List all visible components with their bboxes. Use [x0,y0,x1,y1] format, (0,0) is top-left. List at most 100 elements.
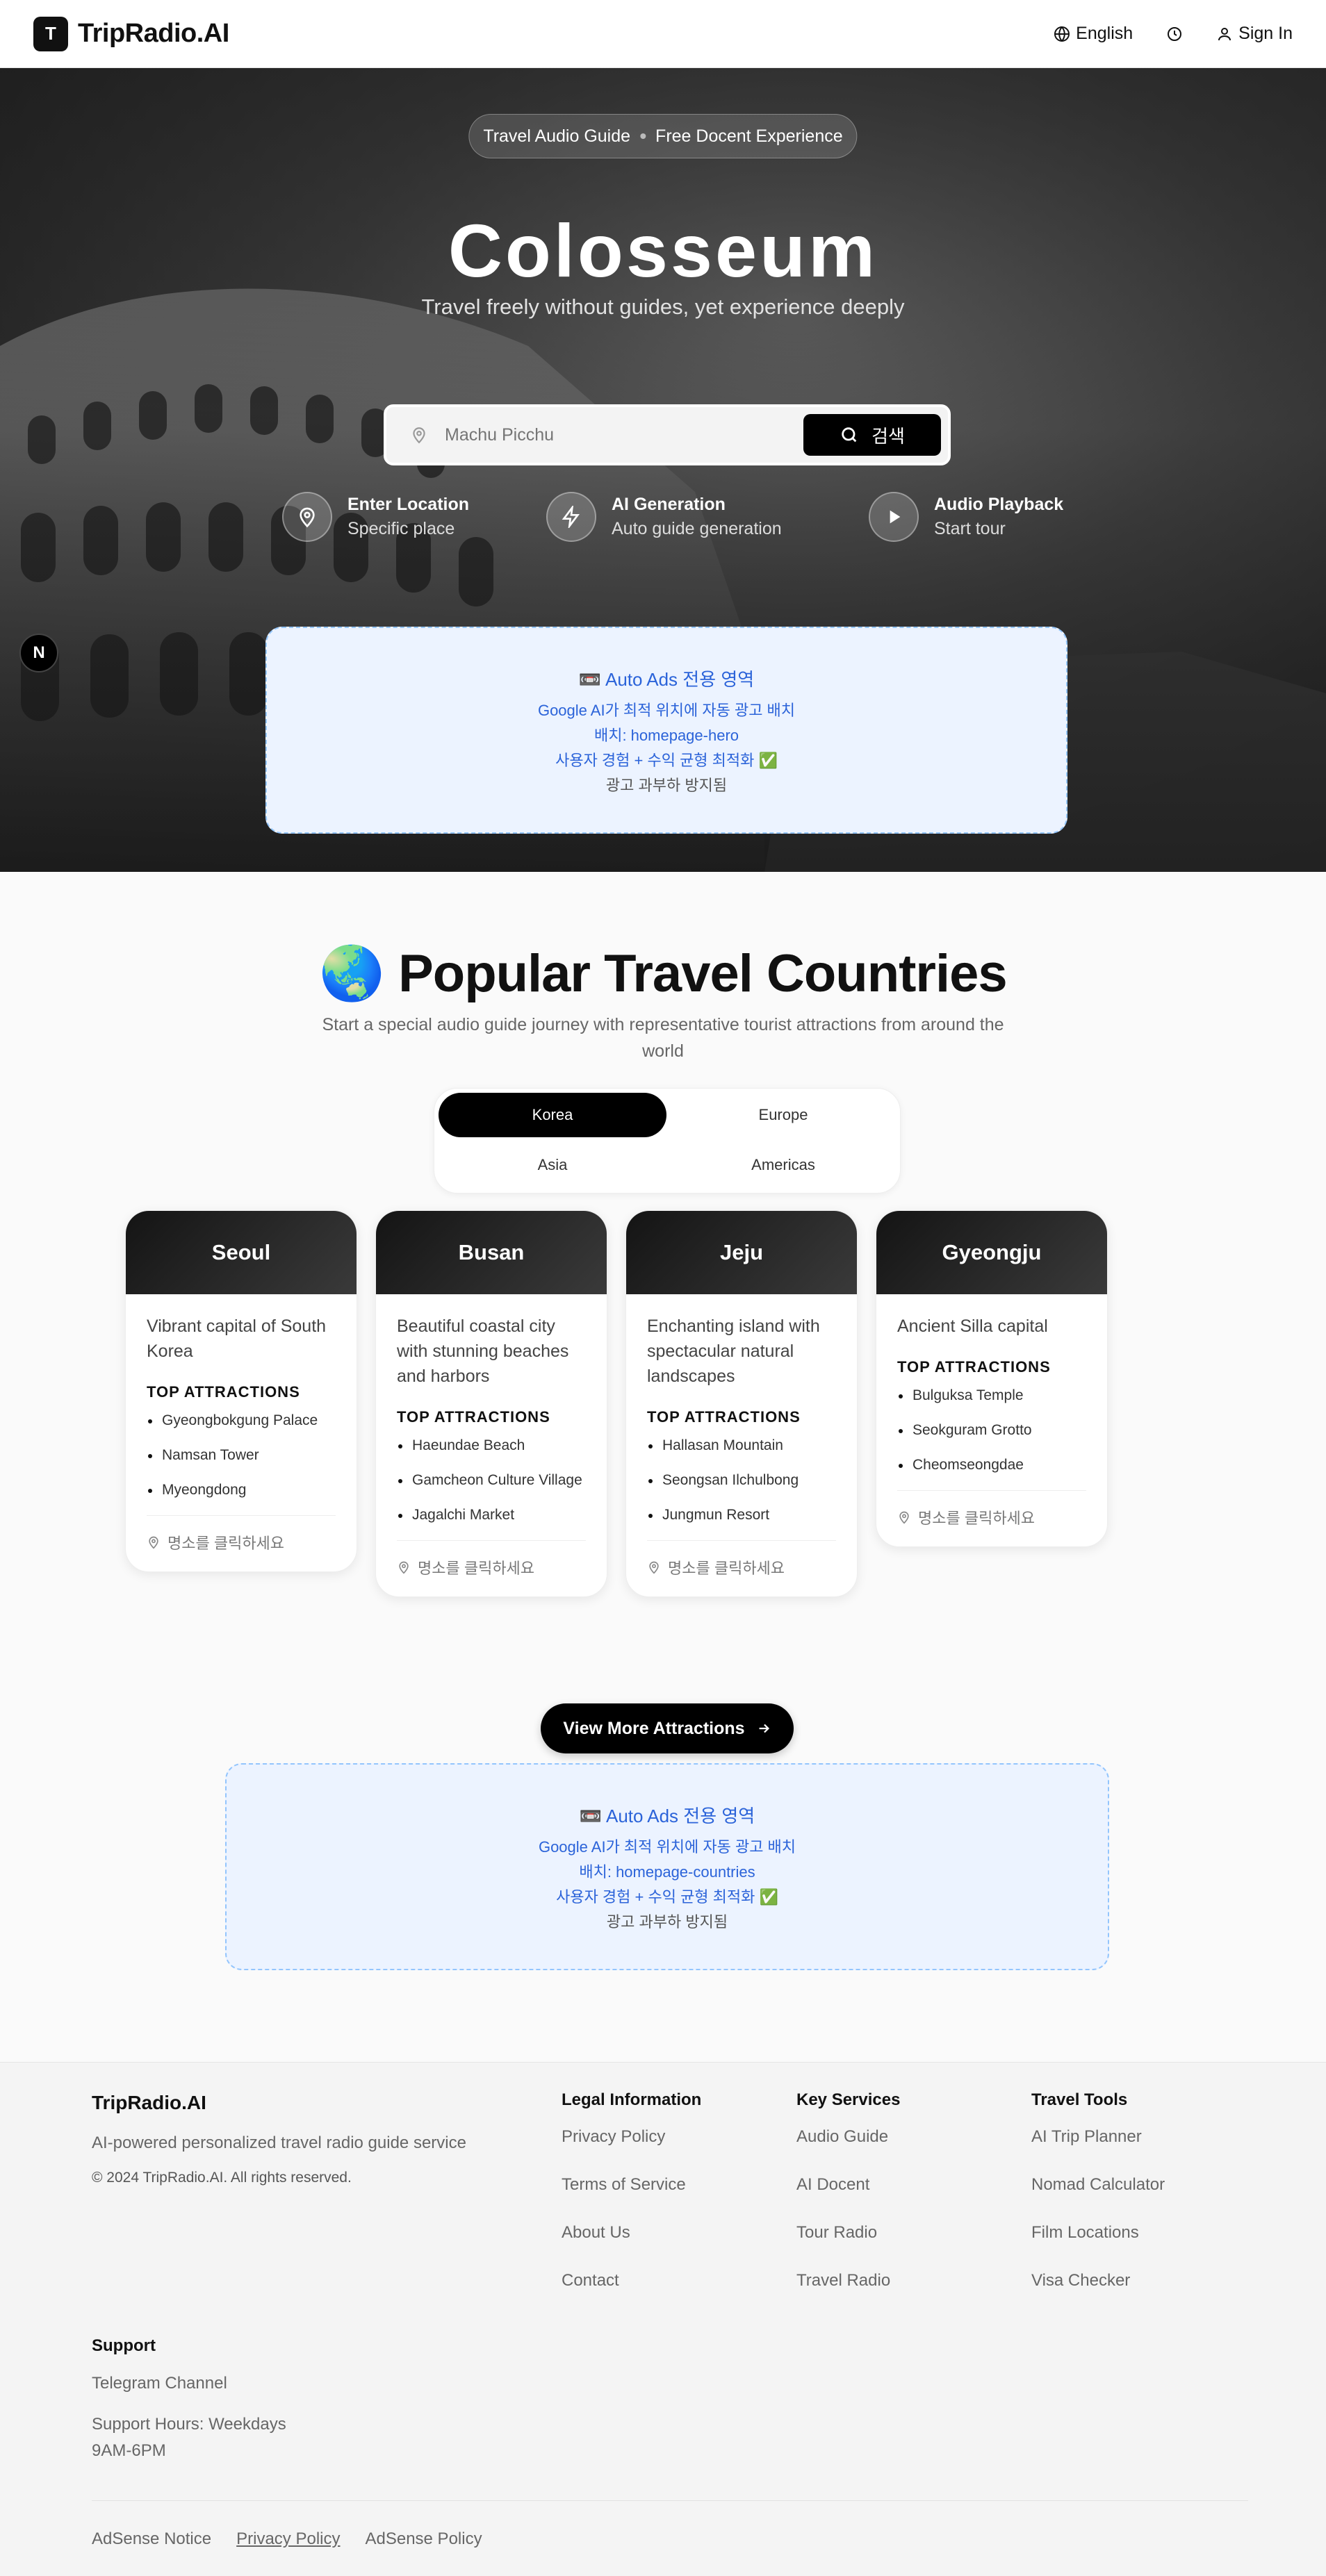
search-bar: 검색 [384,404,951,465]
footer-link[interactable]: Tour Radio [796,2222,900,2243]
city-card-seoul[interactable]: Seoul Vibrant capital of South Korea TOP… [125,1210,357,1572]
city-card-jeju[interactable]: Jeju Enchanting island with spectacular … [625,1210,858,1597]
footer-heading: Support [92,2336,156,2355]
footer-heading: Legal Information [562,2090,702,2109]
footer-link[interactable]: Contact [562,2270,701,2290]
step-title: Enter Location [347,495,470,514]
ad-line: 사용자 경험 + 수익 균형 최적화 ✅ [556,1888,778,1906]
framework-badge[interactable]: N [19,634,58,672]
click-hint: 명소를 클릭하세요 [897,1490,1086,1528]
attraction-item[interactable]: Haeundae Beach [397,1436,586,1455]
footer-link[interactable]: Terms of Service [562,2174,701,2195]
tab-korea[interactable]: Korea [439,1093,666,1137]
region-tabs: Korea Europe Asia Americas [434,1088,901,1194]
attraction-item[interactable]: Seongsan Ilchulbong [647,1471,836,1490]
search-input[interactable] [445,424,803,445]
step-audio-playback: Audio Playback Start tour [869,492,1063,542]
attraction-item[interactable]: Cheomseongdae [897,1455,1086,1475]
adsense-policy-link[interactable]: AdSense Policy [365,2529,482,2549]
footer-link[interactable]: Film Locations [1031,2222,1165,2243]
footer-link[interactable]: Visa Checker [1031,2270,1165,2290]
ad-line: 배치: homepage-countries [579,1863,755,1881]
top-header: T TripRadio.AI English Sign In [0,0,1326,68]
user-icon [1218,27,1231,40]
step-desc: Auto guide generation [612,519,782,538]
attraction-item[interactable]: Hallasan Mountain [647,1436,836,1455]
adsense-notice-link[interactable]: AdSense Notice [92,2529,211,2549]
search-button[interactable]: 검색 [803,414,941,456]
attraction-item[interactable]: Gyeongbokgung Palace [147,1411,336,1430]
attraction-item[interactable]: Bulguksa Temple [897,1386,1086,1405]
ad-placeholder-hero: 📼 Auto Ads 전용 영역 Google AI가 최적 위치에 자동 광고… [265,627,1067,834]
ad-line: 광고 과부하 방지됨 [605,777,728,794]
signin-button[interactable]: Sign In [1216,24,1293,44]
telegram-link[interactable]: Telegram Channel [92,2374,314,2393]
footer-link[interactable]: AI Docent [796,2174,900,2195]
hero-subtitle: Travel freely without guides, yet experi… [421,295,905,319]
section-title: 🌏 Popular Travel Countries [319,944,1007,1003]
clock-icon [1168,26,1182,41]
footer-link[interactable]: About Us [562,2222,701,2243]
attractions-label: TOP ATTRACTIONS [397,1408,550,1426]
attraction-item[interactable]: Namsan Tower [147,1446,336,1465]
ad-line: 배치: homepage-hero [594,727,739,744]
tab-asia[interactable]: Asia [439,1143,666,1187]
footer-link[interactable]: Privacy Policy [562,2127,701,2147]
map-pin-icon [149,1536,158,1549]
attraction-item[interactable]: Seokguram Grotto [897,1421,1086,1440]
footer-link[interactable]: Audio Guide [796,2127,900,2147]
city-name: Seoul [126,1211,357,1294]
footer-heading: Key Services [796,2090,901,2109]
footer-link[interactable]: Nomad Calculator [1031,2174,1165,2195]
footer-link[interactable]: AI Trip Planner [1031,2127,1165,2147]
attraction-item[interactable]: Gamcheon Culture Village [397,1471,586,1490]
click-hint: 명소를 클릭하세요 [147,1515,336,1553]
footer-heading: Travel Tools [1031,2090,1128,2109]
attractions-list: Bulguksa Temple Seokguram Grotto Cheomse… [897,1386,1086,1475]
click-hint-text: 명소를 클릭하세요 [918,1510,1036,1527]
click-hint-text: 명소를 클릭하세요 [167,1535,285,1552]
search-icon [842,427,857,443]
city-description: Vibrant capital of South Korea [147,1316,327,1361]
logo-mark: T [33,16,68,51]
badge-text-left: Travel Audio Guide [483,126,631,146]
city-card-gyeongju[interactable]: Gyeongju Ancient Silla capital TOP ATTRA… [876,1210,1108,1547]
language-selector[interactable]: English [1054,24,1133,44]
attraction-item[interactable]: Jungmun Resort [647,1505,836,1525]
click-hint-text: 명소를 클릭하세요 [668,1560,785,1577]
step-enter-location: Enter Location Specific place [282,492,469,542]
attractions-list: Gyeongbokgung Palace Namsan Tower Myeong… [147,1411,336,1500]
support-hours: Support Hours: Weekdays 9AM-6PM [92,2415,286,2460]
city-name: Busan [376,1211,607,1294]
city-name: Jeju [626,1211,857,1294]
view-more-button[interactable]: View More Attractions [541,1703,794,1753]
ad-line: Google AI가 최적 위치에 자동 광고 배치 [537,702,796,719]
globe-icon [1054,26,1070,42]
footer-link[interactable]: Travel Radio [796,2270,900,2290]
logo[interactable]: T TripRadio.AI [33,16,229,51]
attraction-item[interactable]: Jagalchi Market [397,1505,586,1525]
ad-line: 사용자 경험 + 수익 균형 최적화 ✅ [555,752,778,769]
ad-title: 📼 Auto Ads 전용 영역 [578,669,755,690]
tab-americas[interactable]: Americas [669,1143,897,1187]
privacy-policy-link[interactable]: Privacy Policy [236,2529,340,2549]
city-card-busan[interactable]: Busan Beautiful coastal city with stunni… [375,1210,607,1597]
tab-europe[interactable]: Europe [669,1093,897,1137]
footer-bottom-links: AdSense Notice Privacy Policy AdSense Po… [92,2529,482,2549]
history-button[interactable] [1166,26,1183,42]
footer-brand: TripRadio.AI [92,2092,206,2113]
hero-badge: Travel Audio Guide Free Docent Experienc… [468,114,858,158]
city-description: Ancient Silla capital [897,1316,1048,1336]
attraction-item[interactable]: Myeongdong [147,1480,336,1500]
click-hint-text: 명소를 클릭하세요 [418,1560,535,1577]
ad-line: Google AI가 최적 위치에 자동 광고 배치 [538,1838,796,1856]
attractions-list: Haeundae Beach Gamcheon Culture Village … [397,1436,586,1525]
view-more-label: View More Attractions [563,1718,745,1738]
click-hint: 명소를 클릭하세요 [647,1540,836,1578]
city-description: Enchanting island with spectacular natur… [647,1316,820,1386]
signin-label: Sign In [1238,24,1293,43]
city-name: Gyeongju [876,1211,1107,1294]
section-subtitle: Start a special audio guide journey with… [322,1015,1004,1061]
click-hint: 명소를 클릭하세요 [397,1540,586,1578]
arrow-right-icon [759,1724,769,1733]
